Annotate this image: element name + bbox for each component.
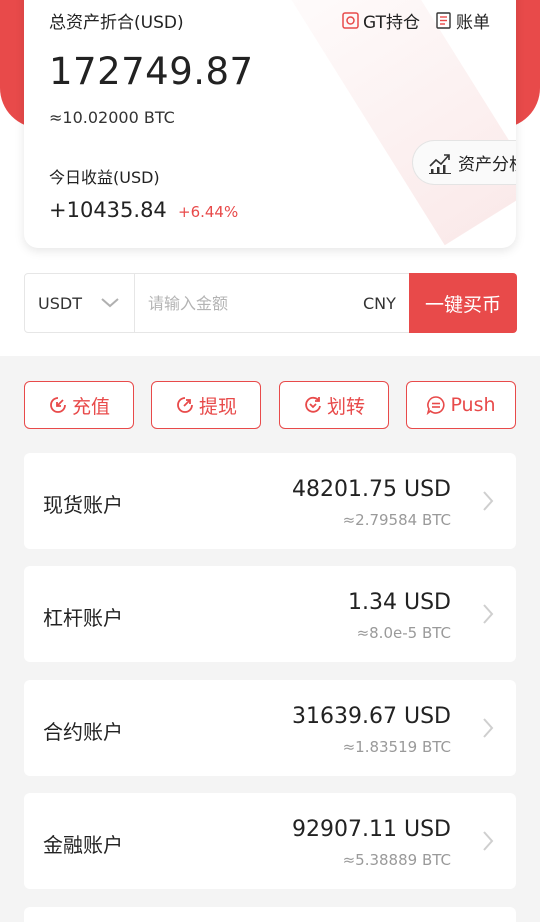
currency-label: CNY (363, 294, 396, 313)
withdraw-label: 提现 (198, 395, 237, 418)
withdraw-icon (177, 397, 193, 413)
account-btc-value: ≈1.83519 BTC (342, 738, 451, 756)
account-btc-value: ≈5.38889 BTC (342, 851, 451, 869)
bill-label: 账单 (456, 13, 490, 33)
push-label: Push (450, 394, 496, 416)
chevron-down-icon (101, 298, 119, 308)
coin-select[interactable]: USDT (25, 274, 135, 332)
chevron-right-icon (483, 831, 494, 851)
account-btc-value: ≈8.0e-5 BTC (356, 624, 451, 642)
card-decoration (254, 0, 516, 246)
transfer-button[interactable]: 划转 (279, 381, 389, 429)
one-click-buy-button[interactable]: 一键买币 (409, 273, 517, 333)
account-item-futures[interactable]: 合约账户 31639.67 USD ≈1.83519 BTC (24, 680, 516, 776)
asset-analysis-label: 资产分析 (458, 155, 516, 175)
push-icon (427, 396, 445, 415)
asset-summary-card: 总资产折合(USD) GT持仓 账单 172749.87 ≈10.02000 B… (24, 0, 516, 248)
account-name: 合约账户 (43, 720, 123, 744)
account-btc-value: ≈2.79584 BTC (342, 511, 451, 529)
bill-link[interactable]: 账单 (435, 8, 490, 33)
gt-icon (342, 12, 359, 29)
transfer-icon (305, 396, 321, 413)
account-name: 现货账户 (43, 493, 123, 517)
withdraw-button[interactable]: 提现 (151, 381, 261, 429)
bill-icon (436, 12, 451, 29)
chevron-right-icon (483, 604, 494, 624)
header-area: 总资产折合(USD) GT持仓 账单 172749.87 ≈10.02000 B… (0, 0, 540, 356)
total-assets-value: 172749.87 (49, 50, 254, 93)
account-usd-value: 48201.75 USD (292, 477, 451, 502)
chevron-right-icon (483, 718, 494, 738)
today-income-percent: +6.44% (178, 203, 239, 221)
deposit-icon (50, 397, 66, 413)
transfer-label: 划转 (326, 395, 365, 418)
account-item-spot[interactable]: 现货账户 48201.75 USD ≈2.79584 BTC (24, 453, 516, 549)
coin-select-value: USDT (38, 293, 82, 313)
quick-buy-row: USDT CNY 一键买币 (24, 273, 517, 333)
chart-icon (429, 153, 451, 174)
account-item-margin[interactable]: 杠杆账户 1.34 USD ≈8.0e-5 BTC (24, 566, 516, 662)
total-assets-btc: ≈10.02000 BTC (49, 108, 175, 127)
gt-holdings-label: GT持仓 (363, 13, 420, 33)
account-name: 杠杆账户 (43, 606, 123, 630)
account-item-next[interactable] (24, 907, 516, 922)
gt-holdings-link[interactable]: GT持仓 (342, 8, 420, 33)
today-income-label: 今日收益(USD) (49, 168, 160, 187)
today-income-value: +10435.84 (49, 198, 167, 222)
account-usd-value: 92907.11 USD (292, 817, 451, 842)
total-assets-label: 总资产折合(USD) (49, 13, 184, 33)
account-usd-value: 1.34 USD (348, 590, 451, 615)
push-button[interactable]: Push (406, 381, 516, 429)
amount-input[interactable] (136, 274, 356, 332)
deposit-label: 充值 (71, 395, 110, 418)
account-name: 金融账户 (43, 833, 123, 857)
chevron-right-icon (483, 491, 494, 511)
account-usd-value: 31639.67 USD (292, 704, 451, 729)
deposit-button[interactable]: 充值 (24, 381, 134, 429)
asset-analysis-button[interactable]: 资产分析 (412, 140, 516, 185)
account-item-finance[interactable]: 金融账户 92907.11 USD ≈5.38889 BTC (24, 793, 516, 889)
